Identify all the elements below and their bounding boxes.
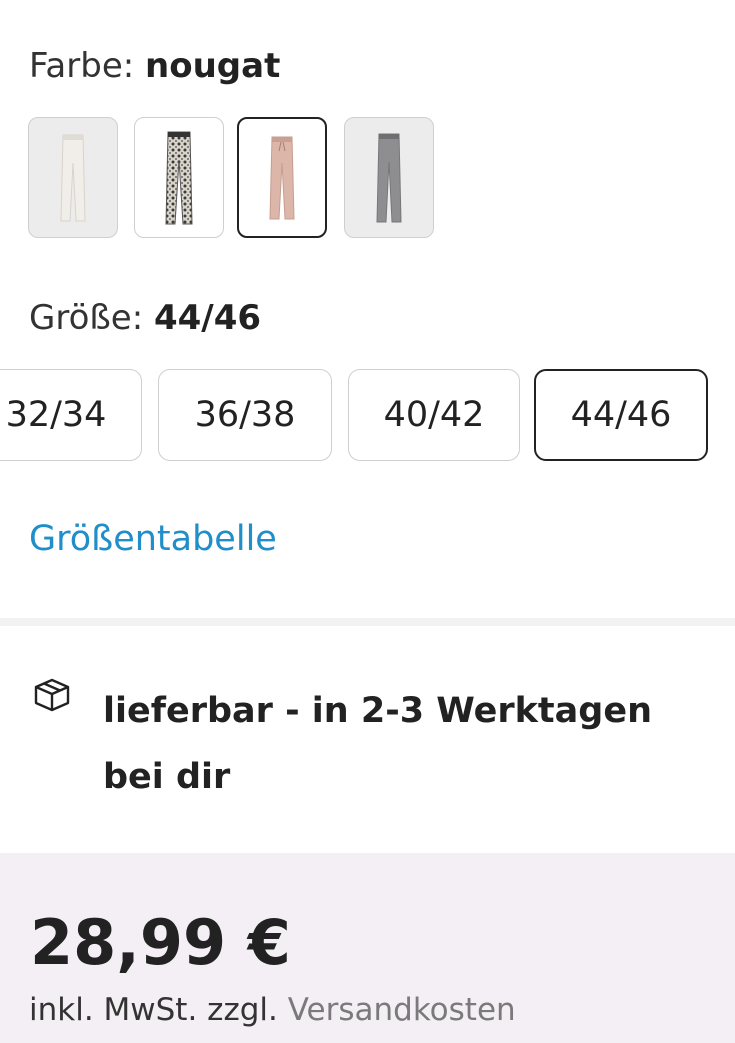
pants-icon [165, 131, 193, 224]
color-swatch-grau[interactable] [344, 117, 434, 238]
section-divider [0, 618, 735, 626]
pants-icon [60, 134, 86, 221]
size-option-36-38[interactable]: 36/38 [158, 369, 332, 461]
product-options-page: Farbe: nougat Größe: 44/46 32/34 36/38 4… [0, 0, 735, 1043]
package-box-icon [34, 678, 70, 712]
color-swatch-ecru[interactable] [28, 117, 118, 238]
shipping-costs-link[interactable]: Versandkosten [288, 992, 516, 1028]
tax-note: inkl. MwSt. zzgl. Versandkosten [29, 990, 516, 1030]
selected-color-value: nougat [145, 46, 281, 86]
selected-size-value: 44/46 [153, 298, 262, 338]
size-option-32-34[interactable]: 32/34 [0, 369, 142, 461]
size-options: 32/34 36/38 40/42 44/46 [0, 369, 735, 461]
size-option-44-46[interactable]: 44/46 [534, 369, 708, 461]
color-label-text: Farbe: [29, 46, 135, 86]
size-table-link[interactable]: Größentabelle [29, 517, 277, 561]
delivery-status: lieferbar - in 2-3 Werktagen bei dir [103, 691, 652, 797]
pants-icon [269, 136, 295, 219]
color-swatch-leopard[interactable] [134, 117, 224, 238]
color-label: Farbe: nougat [29, 44, 280, 88]
tax-note-prefix: inkl. MwSt. zzgl. [29, 992, 278, 1028]
price: 28,99 € [30, 906, 291, 979]
size-label-text: Größe: [29, 298, 144, 338]
size-option-40-42[interactable]: 40/42 [348, 369, 520, 461]
pants-icon [376, 133, 402, 222]
color-swatch-nougat[interactable] [237, 117, 327, 238]
size-label: Größe: 44/46 [29, 296, 261, 340]
